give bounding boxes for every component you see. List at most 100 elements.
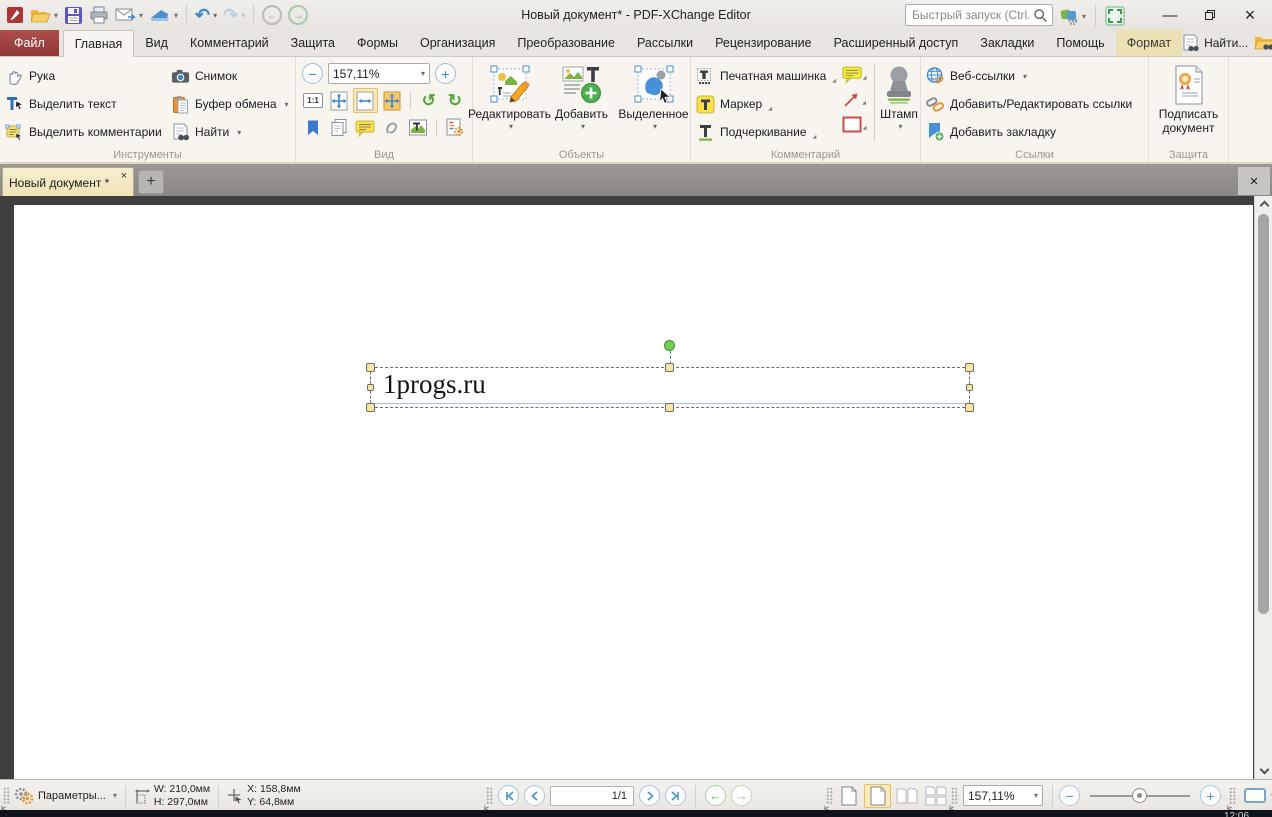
open-button[interactable]: ▾	[28, 3, 60, 27]
statusbar-zoom-combobox[interactable]: 157,11%▾	[963, 785, 1043, 806]
actual-size-button[interactable]: 1:1	[301, 88, 325, 113]
email-button[interactable]: ▾	[113, 3, 145, 27]
pane-grip[interactable]	[951, 787, 958, 805]
pdf-page[interactable]: 1progs.ru	[14, 205, 1253, 779]
new-tab-button[interactable]: +	[138, 170, 164, 194]
print-button[interactable]	[87, 3, 111, 27]
find-tool-button[interactable]: Найти ▾	[166, 118, 294, 146]
rectangle-tool-button[interactable]: ◢	[842, 112, 867, 137]
select-comments-button[interactable]: Выделить комментарии	[0, 118, 166, 146]
zoom-slider-thumb[interactable]	[1132, 788, 1147, 803]
pane-grip[interactable]	[486, 787, 493, 805]
minimize-button[interactable]: —	[1150, 2, 1190, 28]
tab-home[interactable]: Главная	[63, 30, 135, 57]
two-page-continuous-button[interactable]	[922, 784, 949, 808]
close-document-button[interactable]: ×	[1238, 167, 1270, 195]
web-links-button[interactable]: Веб-ссылки ▾	[921, 62, 1148, 90]
fit-view-button[interactable]	[1244, 788, 1266, 803]
snapshot-button[interactable]: Снимок	[166, 62, 294, 90]
find-button[interactable]: Найти...	[1182, 34, 1248, 53]
view-back-button[interactable]: ←	[705, 785, 726, 806]
undo-button[interactable]: ↶▾	[193, 3, 219, 27]
zoom-out-button[interactable]: −	[302, 63, 323, 84]
bookmark-button[interactable]	[301, 115, 325, 140]
add-edit-links-button[interactable]: Добавить/Редактировать ссылки	[921, 90, 1148, 118]
options-button[interactable]: Параметры... ▾	[14, 787, 117, 805]
copy-pages-button[interactable]	[327, 115, 351, 140]
tab-bookmarks[interactable]: Закладки	[969, 30, 1045, 56]
handle-bottom-center[interactable]	[665, 403, 674, 412]
page-number-box[interactable]: 1/1	[550, 786, 634, 806]
tab-mailings[interactable]: Рассылки	[626, 30, 704, 56]
content-button[interactable]	[406, 115, 430, 140]
handle-bottom-left[interactable]	[366, 403, 375, 412]
text-object-selection[interactable]: 1progs.ru	[370, 367, 970, 408]
sticky-note-button[interactable]: ◢	[842, 62, 867, 87]
scrollbar-thumb[interactable]	[1258, 214, 1269, 614]
rotate-ccw-button[interactable]: ↺	[417, 88, 441, 113]
hand-tool-button[interactable]: Рука	[0, 62, 166, 90]
two-page-view-button[interactable]	[893, 784, 920, 808]
edit-objects-button[interactable]: Редактировать ▾	[475, 62, 545, 148]
single-page-view-button[interactable]	[835, 784, 862, 808]
tab-accessibility[interactable]: Расширенный доступ	[823, 30, 970, 56]
zoom-slider[interactable]	[1090, 795, 1190, 797]
add-bookmark-button[interactable]: Добавить закладку	[921, 118, 1148, 146]
search-input[interactable]	[906, 8, 1033, 22]
zoom-in-button[interactable]: +	[435, 63, 456, 84]
view-forward-button[interactable]: →	[731, 785, 752, 806]
tab-view[interactable]: Вид	[134, 30, 179, 56]
select-text-button[interactable]: Выделить текст	[0, 90, 166, 118]
attachments-button[interactable]	[380, 115, 404, 140]
scroll-up-button[interactable]	[1255, 196, 1272, 212]
handle-mid-left[interactable]	[367, 384, 374, 391]
sign-document-button[interactable]: Подписать документ	[1153, 62, 1225, 148]
first-page-button[interactable]	[498, 785, 519, 806]
tab-file[interactable]: Файл	[0, 30, 59, 56]
selected-text[interactable]: 1progs.ru	[383, 369, 486, 400]
page-properties-button[interactable]	[443, 115, 467, 140]
marker-button[interactable]: Маркер ◢	[691, 90, 837, 118]
tab-convert[interactable]: Преобразование	[506, 30, 626, 56]
handle-bottom-right[interactable]	[965, 403, 974, 412]
fit-width-button[interactable]	[353, 88, 377, 113]
tab-protect[interactable]: Защита	[280, 30, 346, 56]
search-folder-button[interactable]	[1254, 34, 1272, 52]
fit-page-button[interactable]	[327, 88, 351, 113]
add-objects-button[interactable]: Добавить ▾	[547, 62, 617, 148]
tab-review[interactable]: Рецензирование	[704, 30, 823, 56]
close-button[interactable]: ×	[1230, 2, 1270, 28]
zoom-in-slider-button[interactable]: +	[1200, 785, 1221, 806]
tab-format[interactable]: Формат	[1116, 30, 1182, 56]
underline-button[interactable]: Подчеркивание ◢	[691, 118, 837, 146]
stamp-button[interactable]: Штамп ▾	[878, 62, 920, 148]
previous-page-button[interactable]	[524, 785, 545, 806]
history-back-button[interactable]: ←	[260, 3, 284, 27]
arrow-tool-button[interactable]: ◢	[842, 87, 867, 112]
selected-objects-button[interactable]: Выделенное ▾	[619, 62, 689, 148]
document-tab[interactable]: Новый документ * ×	[2, 167, 134, 197]
handle-top-center[interactable]	[665, 363, 674, 372]
pane-grip[interactable]	[3, 787, 10, 805]
restore-button[interactable]	[1190, 2, 1230, 28]
handle-top-right[interactable]	[965, 363, 974, 372]
scroll-down-button[interactable]	[1255, 763, 1272, 779]
handle-top-left[interactable]	[366, 363, 375, 372]
vertical-scrollbar[interactable]	[1254, 196, 1272, 779]
fullscreen-button[interactable]	[1103, 4, 1127, 28]
history-forward-button[interactable]: →	[286, 3, 310, 27]
zoom-combobox[interactable]: 157,11%▾	[328, 63, 430, 84]
rotate-cw-button[interactable]: ↻	[443, 88, 467, 113]
ui-options-button[interactable]: ▾	[1058, 4, 1088, 28]
tab-close-icon[interactable]: ×	[121, 168, 127, 182]
typewriter-button[interactable]: Печатная машинка ◢	[691, 62, 837, 90]
rotation-handle[interactable]	[664, 340, 675, 351]
save-button[interactable]	[62, 3, 85, 27]
tab-comment[interactable]: Комментарий	[179, 30, 280, 56]
redo-button[interactable]: ↷▾	[221, 3, 247, 27]
clipboard-button[interactable]: Буфер обмена ▾	[166, 90, 294, 118]
fit-visible-button[interactable]	[380, 88, 404, 113]
tab-help[interactable]: Помощь	[1045, 30, 1115, 56]
comments-button[interactable]	[353, 115, 377, 140]
last-page-button[interactable]	[665, 785, 686, 806]
